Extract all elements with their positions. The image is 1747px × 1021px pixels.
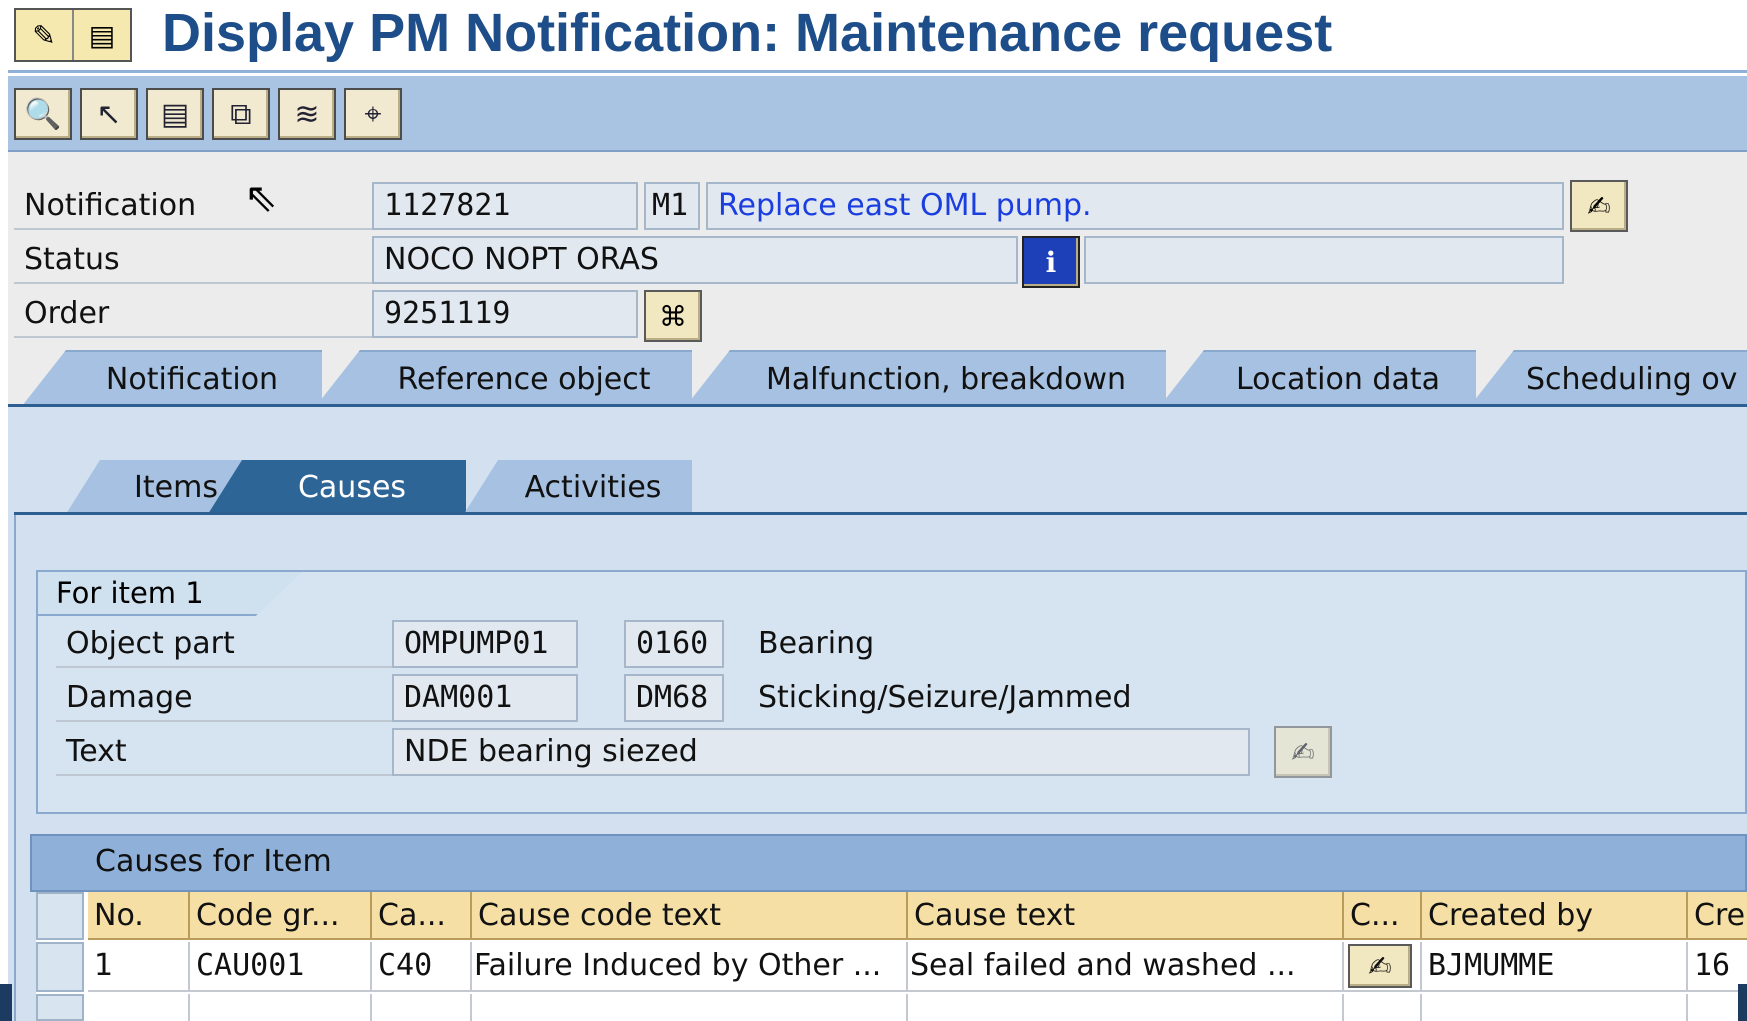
empty-cell[interactable]: [372, 994, 472, 1021]
damage-label: Damage: [66, 680, 193, 715]
label-underline: [14, 336, 372, 338]
empty-cell[interactable]: [472, 994, 908, 1021]
cell-cause-code[interactable]: C40: [372, 942, 472, 992]
status-field[interactable]: NOCO NOPT ORAS: [372, 236, 1018, 284]
column-header-cause-code[interactable]: Ca...: [372, 892, 472, 940]
scroll-icon[interactable]: ≋: [278, 88, 336, 140]
tab-reference-object[interactable]: Reference object: [316, 350, 692, 406]
item-text-field[interactable]: NDE bearing siezed: [392, 728, 1250, 776]
column-header-cause-code-text[interactable]: Cause code text: [472, 892, 908, 940]
label-underline: [56, 720, 392, 722]
tab-strip: Notification Reference object Malfunctio…: [8, 350, 1747, 406]
cell-created-by[interactable]: BJMUMME: [1422, 942, 1688, 992]
notification-type-field[interactable]: M1: [644, 182, 700, 230]
document-icon[interactable]: ▤: [146, 88, 204, 140]
column-header-created-on[interactable]: Cre: [1688, 892, 1747, 940]
notification-description-field[interactable]: Replace east OML pump.: [706, 182, 1564, 230]
clipboard-icon[interactable]: ▤: [72, 10, 130, 60]
empty-cell[interactable]: [908, 994, 1344, 1021]
copy-icon[interactable]: ⧉: [212, 88, 270, 140]
empty-cell[interactable]: [190, 994, 372, 1021]
empty-cell[interactable]: [1344, 994, 1422, 1021]
cell-cause-text[interactable]: Seal failed and washed ...: [908, 942, 1344, 992]
row-selector[interactable]: [36, 942, 84, 992]
long-text-icon[interactable]: ✍: [1348, 944, 1412, 988]
cell-no[interactable]: 1: [88, 942, 190, 992]
display-object-icon[interactable]: 🔍: [14, 88, 72, 140]
label-underline: [56, 666, 392, 668]
causes-table-title: Causes for Item: [95, 844, 332, 879]
notification-label: Notification: [24, 188, 197, 223]
cell-long-text[interactable]: ✍: [1344, 942, 1422, 992]
select-icon[interactable]: ↖: [80, 88, 138, 140]
text-label: Text: [66, 734, 127, 769]
status-extra-field[interactable]: [1084, 236, 1564, 284]
title-divider: [8, 70, 1747, 73]
column-header-cause-text[interactable]: Cause text: [908, 892, 1344, 940]
damage-text: Sticking/Seizure/Jammed: [758, 680, 1132, 715]
tab-notification[interactable]: Notification: [22, 350, 322, 406]
order-field[interactable]: 9251119: [372, 290, 638, 338]
column-header-code-group[interactable]: Code gr...: [190, 892, 372, 940]
label-underline: [56, 774, 392, 776]
column-header-c[interactable]: C...: [1344, 892, 1422, 940]
subtab-activities[interactable]: Activities: [464, 460, 692, 514]
display-change-icon[interactable]: ✎: [16, 10, 72, 60]
order-label: Order: [24, 296, 110, 331]
object-part-text: Bearing: [758, 626, 875, 661]
info-icon[interactable]: i: [1022, 236, 1080, 288]
status-label: Status: [24, 242, 120, 277]
frame-edge-mark: [0, 984, 12, 1021]
frame-edge-mark: [1738, 984, 1747, 1021]
application-toolbar: 🔍 ↖ ▤ ⧉ ≋ ⌖: [8, 76, 1747, 152]
long-text-icon[interactable]: ✍: [1274, 726, 1332, 778]
notification-number-field[interactable]: 1127821: [372, 182, 638, 230]
subtab-causes[interactable]: Causes: [208, 460, 466, 514]
page-title: Display PM Notification: Maintenance req…: [162, 3, 1333, 63]
object-part-code-field[interactable]: 0160: [624, 620, 724, 668]
empty-cell[interactable]: [1422, 994, 1688, 1021]
cell-code-group[interactable]: CAU001: [190, 942, 372, 992]
binoculars-icon[interactable]: ⌖: [344, 88, 402, 140]
row-selector[interactable]: [36, 994, 84, 1021]
mouse-cursor-icon: ⇖: [244, 175, 278, 221]
tab-scheduling-overview[interactable]: Scheduling ov: [1470, 350, 1747, 406]
label-underline: [14, 282, 372, 284]
title-menu-icon[interactable]: ✎ ▤: [14, 8, 132, 62]
long-text-icon[interactable]: ✍: [1570, 180, 1628, 232]
empty-cell[interactable]: [88, 994, 190, 1021]
damage-group-field[interactable]: DAM001: [392, 674, 578, 722]
cell-cause-code-text[interactable]: Failure Induced by Other ...: [472, 942, 908, 992]
display-order-glasses-icon[interactable]: ⌘: [644, 290, 702, 342]
select-all-cell[interactable]: [36, 892, 84, 940]
column-header-created-by[interactable]: Created by: [1422, 892, 1688, 940]
object-part-group-field[interactable]: OMPUMP01: [392, 620, 578, 668]
tab-location-data[interactable]: Location data: [1160, 350, 1476, 406]
object-part-label: Object part: [66, 626, 235, 661]
damage-code-field[interactable]: DM68: [624, 674, 724, 722]
label-underline: [14, 228, 372, 230]
tab-malfunction-breakdown[interactable]: Malfunction, breakdown: [686, 350, 1166, 406]
column-header-no[interactable]: No.: [88, 892, 190, 940]
